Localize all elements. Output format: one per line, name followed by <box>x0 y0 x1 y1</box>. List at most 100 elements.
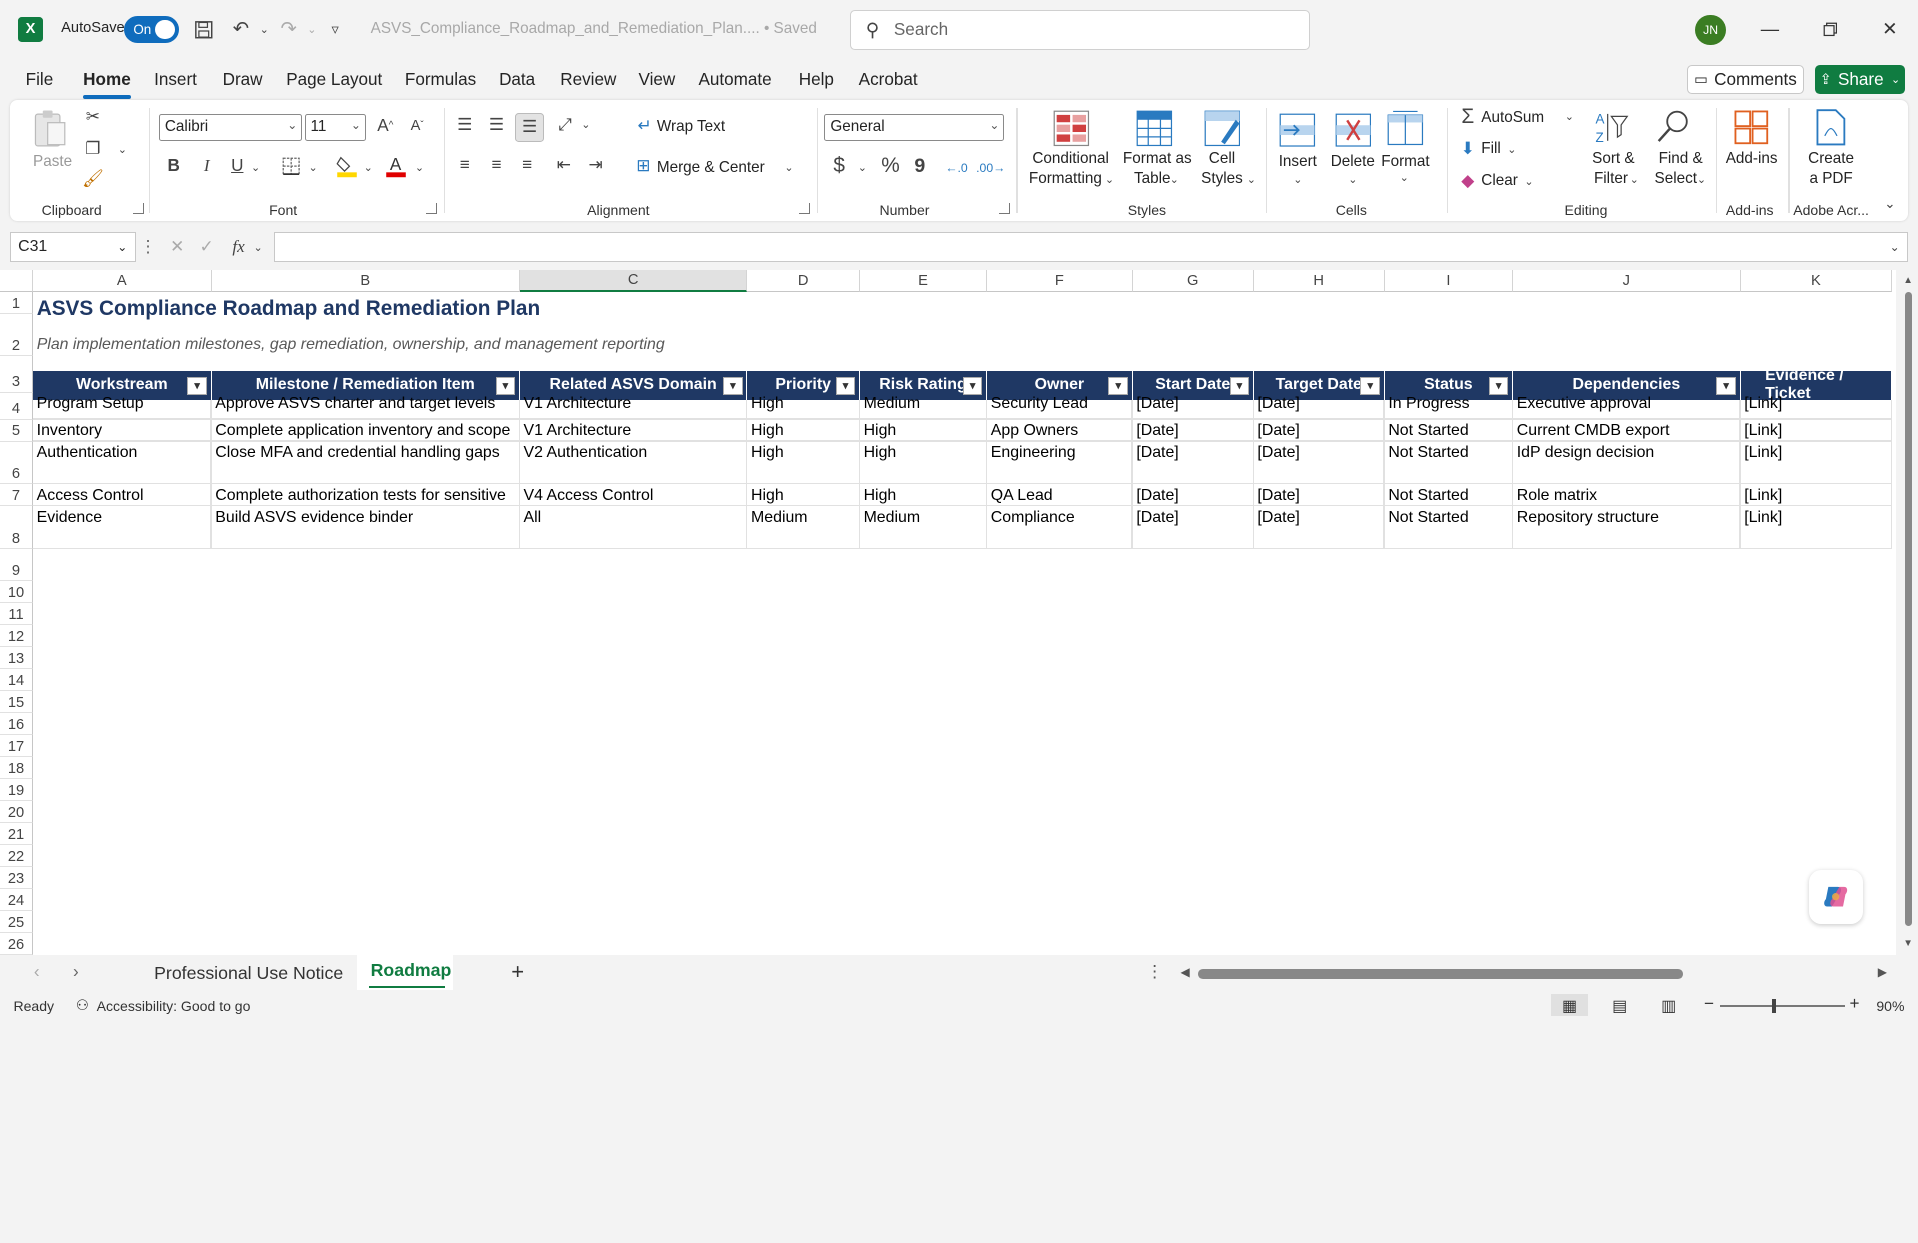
row-header-4[interactable]: 4 <box>0 392 34 420</box>
row-header-11[interactable]: 11 <box>0 603 34 626</box>
sort-filter-label[interactable]: Sort & <box>1590 149 1636 169</box>
table-cell[interactable]: Inventory <box>33 420 210 441</box>
zoom-out-icon[interactable]: − <box>1704 994 1714 1014</box>
align-left-icon[interactable]: ≡ <box>453 153 477 177</box>
find-select-label2[interactable]: Select <box>1651 169 1700 189</box>
sort-filter-label2[interactable]: Filter <box>1593 169 1630 189</box>
expand-formula-bar-icon[interactable]: ⌄ <box>1887 239 1902 256</box>
row-header-13[interactable]: 13 <box>0 647 34 670</box>
format-as-table-icon[interactable] <box>1135 108 1174 150</box>
sort-dropdown-icon[interactable]: ⌄ <box>1628 171 1640 188</box>
create-pdf-icon[interactable] <box>1813 108 1850 147</box>
column-header-d[interactable]: D <box>747 270 860 293</box>
save-icon[interactable] <box>191 16 218 43</box>
table-cell[interactable]: [Date] <box>1254 393 1384 419</box>
sheet-subtitle[interactable]: Plan implementation milestones, gap reme… <box>37 336 665 354</box>
top-align-icon[interactable]: ☰ <box>453 113 477 137</box>
row-header-24[interactable]: 24 <box>0 889 34 912</box>
column-header-h[interactable]: H <box>1253 270 1385 293</box>
normal-view-icon[interactable]: ▦ <box>1562 996 1577 1016</box>
row-header-21[interactable]: 21 <box>0 823 34 846</box>
delete-cells-label[interactable]: Delete <box>1330 152 1376 172</box>
fill-color-icon[interactable] <box>335 154 359 178</box>
table-cell[interactable]: V1 Architecture <box>520 420 746 441</box>
next-sheet-icon[interactable]: › <box>66 962 86 983</box>
accessibility-icon[interactable]: ⚇ <box>76 997 89 1014</box>
table-cell[interactable]: Approve ASVS charter and target levels <box>212 393 519 419</box>
increase-font-size-icon[interactable]: A ^ <box>374 115 396 137</box>
wrap-text-icon[interactable]: ↵ <box>634 115 656 137</box>
cut-icon[interactable]: ✂ <box>81 105 105 129</box>
column-header-g[interactable]: G <box>1132 270 1254 293</box>
table-cell[interactable]: Compliance <box>987 506 1131 548</box>
table-cell[interactable]: Not Started <box>1385 442 1512 484</box>
table-cell[interactable]: [Date] <box>1254 506 1384 548</box>
row-header-16[interactable]: 16 <box>0 713 34 736</box>
formula-input[interactable] <box>273 232 1909 262</box>
table-cell[interactable]: Current CMDB export <box>1513 420 1739 441</box>
name-box[interactable]: C31 ⌄ <box>9 232 136 262</box>
alignment-launcher-icon[interactable] <box>798 203 810 215</box>
copilot-button[interactable] <box>1809 869 1863 924</box>
share-button[interactable]: ⇪ Share ⌄ <box>1815 64 1905 95</box>
table-cell[interactable]: Authentication <box>33 442 210 484</box>
tab-file[interactable]: File <box>26 70 54 90</box>
column-header-a[interactable]: A <box>33 270 212 293</box>
table-cell[interactable]: High <box>747 420 858 441</box>
table-cell[interactable]: High <box>747 442 858 484</box>
bold-button[interactable]: B <box>164 155 184 177</box>
vertical-scroll-thumb[interactable] <box>1904 292 1912 926</box>
delete-cells-icon[interactable] <box>1333 110 1372 149</box>
merge-center-button[interactable]: Merge & Center <box>657 158 765 178</box>
zoom-in-icon[interactable]: + <box>1849 994 1859 1014</box>
table-cell[interactable]: [Date] <box>1133 420 1253 441</box>
font-color-dropdown-icon[interactable]: ⌄ <box>413 158 425 178</box>
tab-review[interactable]: Review <box>560 70 616 90</box>
table-cell[interactable]: High <box>860 420 986 441</box>
comma-style-button[interactable]: 9 <box>910 154 930 178</box>
copy-dropdown-icon[interactable]: ⌄ <box>115 139 130 159</box>
table-cell[interactable]: [Date] <box>1254 442 1384 484</box>
row-header-15[interactable]: 15 <box>0 691 34 714</box>
more-options-icon[interactable]: ⋮ <box>139 237 156 257</box>
close-icon[interactable]: ✕ <box>1875 15 1904 44</box>
page-layout-view-icon[interactable]: ▤ <box>1612 996 1627 1016</box>
create-pdf-label[interactable]: Create <box>1803 149 1859 169</box>
table-cell[interactable]: App Owners <box>987 420 1131 441</box>
table-cell[interactable]: [Link] <box>1741 393 1891 419</box>
prev-sheet-icon[interactable]: ‹ <box>27 962 47 983</box>
table-cell[interactable]: [Link] <box>1741 420 1891 441</box>
increase-decimal-icon[interactable]: ←.0 <box>942 155 971 179</box>
table-cell[interactable]: High <box>747 393 858 419</box>
orientation-dropdown-icon[interactable]: ⌄ <box>580 115 592 135</box>
sort-filter-icon[interactable]: AZ <box>1591 108 1630 147</box>
table-cell[interactable]: Build ASVS evidence binder <box>212 506 519 548</box>
fill-button[interactable]: Fill <box>1481 139 1501 159</box>
row-header-18[interactable]: 18 <box>0 757 34 780</box>
worksheet-grid[interactable]: ABCDEFGHIJK 1 2 3 4 5 6 7 8 9 10 11 12 13 14 15 16 17 18 1… <box>0 270 1896 956</box>
row-header-25[interactable]: 25 <box>0 911 34 934</box>
underline-button[interactable]: U <box>228 155 248 177</box>
tab-acrobat[interactable]: Acrobat <box>859 70 918 90</box>
table-cell[interactable]: [Link] <box>1741 442 1891 484</box>
table-cell[interactable]: Evidence <box>33 506 210 548</box>
table-cell[interactable]: Medium <box>860 393 986 419</box>
sheet-tab-professional-use-notice[interactable]: Professional Use Notice <box>154 963 343 984</box>
autosum-button[interactable]: AutoSum <box>1481 108 1544 128</box>
table-cell[interactable]: [Date] <box>1133 442 1253 484</box>
italic-button[interactable]: I <box>197 155 217 177</box>
vertical-scrollbar[interactable]: ▲ ▼ <box>1898 270 1918 956</box>
create-pdf-label2[interactable]: a PDF <box>1803 169 1859 189</box>
conditional-formatting-icon[interactable] <box>1052 108 1091 150</box>
table-cell[interactable]: In Progress <box>1385 393 1512 419</box>
column-header-j[interactable]: J <box>1513 270 1741 293</box>
insert-function-button[interactable]: fx <box>228 236 250 258</box>
table-cell[interactable]: V2 Authentication <box>520 442 746 484</box>
table-cell[interactable]: High <box>860 442 986 484</box>
cell-styles-icon[interactable] <box>1202 108 1241 150</box>
copy-icon[interactable]: ❐ <box>81 137 105 161</box>
row-header-22[interactable]: 22 <box>0 845 34 868</box>
table-cell[interactable]: [Date] <box>1254 420 1384 441</box>
row-header-14[interactable]: 14 <box>0 669 34 692</box>
column-header-b[interactable]: B <box>211 270 520 293</box>
